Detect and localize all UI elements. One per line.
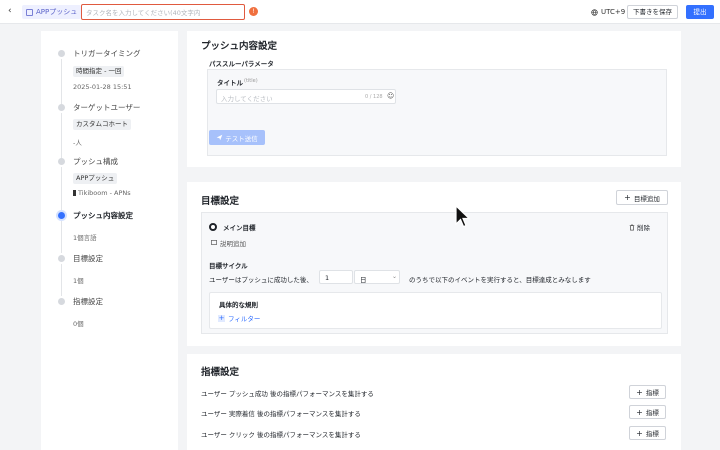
- steps-sidebar: トリガータイミング 時間指定 - 一回 2025-01-28 15:51 ターゲ…: [41, 31, 178, 450]
- goal-cycle-suffix: のうちで以下のイベントを実行すると、目標達成とみなします: [409, 276, 591, 284]
- push-content-card: プッシュ内容設定 パススルーパラメータ タイトル (title) 入力してくださ…: [187, 31, 681, 167]
- plus-icon: +: [636, 428, 643, 438]
- step-title: ターゲットユーザー: [73, 103, 141, 112]
- add-metric-label: 指標: [645, 409, 659, 417]
- metrics-card: 指標設定 ユーザー プッシュ成功 後の指標パフォーマンスを集計する + 指標 ユ…: [187, 354, 681, 450]
- step-dot-active: [58, 212, 65, 219]
- push-content-title: プッシュ内容設定: [201, 41, 278, 52]
- step-dot: [58, 255, 65, 262]
- main-goal-radio[interactable]: [209, 223, 217, 231]
- submit-button[interactable]: 提出: [686, 5, 714, 19]
- step-sub: 1個: [73, 277, 84, 285]
- plus-icon: +: [636, 387, 643, 397]
- goal-cycle-value: 1: [325, 274, 330, 282]
- step-sub: 0個: [73, 320, 84, 328]
- step-chip: APPプッシュ: [73, 173, 118, 184]
- step-chip: カスタムコホート: [73, 119, 131, 130]
- title-input[interactable]: 入力してください 0 / 128 ☺: [216, 89, 396, 104]
- title-field-label: タイトル: [217, 79, 243, 87]
- title-placeholder: 入力してください: [221, 95, 273, 103]
- metric-row-text: ユーザー 実際着信 後の指標パフォーマンスを集計する: [201, 410, 361, 418]
- add-description-link[interactable]: 説明追加: [211, 238, 246, 248]
- app-push-tag: APPプッシュ: [22, 5, 82, 19]
- chevron-left-icon[interactable]: ‹: [8, 6, 12, 16]
- goal-title: 目標設定: [201, 196, 240, 207]
- add-metric-label: 指標: [645, 430, 659, 438]
- step-sub: Tikiboom - APNs: [73, 189, 131, 197]
- metric-row-text: ユーザー プッシュ成功 後の指標パフォーマンスを集計する: [201, 390, 374, 398]
- save-draft-button[interactable]: 下書きを保存: [627, 5, 678, 19]
- title-field-panel: タイトル (title) 入力してください 0 / 128 ☺: [207, 69, 667, 156]
- rules-box: 具体的な規則 + フィルター: [209, 292, 662, 329]
- step-sub-text: Tikiboom - APNs: [78, 189, 131, 197]
- title-field-hint: (title): [244, 78, 258, 84]
- mouse-cursor-icon: [455, 205, 471, 228]
- top-bar: ‹ APPプッシュ タスク名を入力してください(40文字内 ! UTC+9 下書…: [0, 0, 720, 24]
- main-goal-label: メイン目標: [223, 224, 256, 232]
- app-push-tag-label: APPプッシュ: [36, 8, 78, 16]
- add-metric-label: 指標: [645, 389, 659, 397]
- emoji-icon[interactable]: ☺: [387, 92, 394, 100]
- step-dot: [58, 298, 65, 305]
- goal-cycle-unit-select[interactable]: 日 ⌄: [354, 270, 400, 284]
- goal-cycle-unit: 日: [360, 276, 367, 284]
- send-icon: [216, 134, 223, 141]
- globe-icon: [591, 8, 598, 16]
- step-sub: 1個言語: [73, 234, 97, 242]
- step-title: 指標設定: [73, 297, 103, 306]
- goal-card: 目標設定 + 目標追加 メイン目標 削除 説明追加 目標サイクル ユーザーはプッ…: [187, 182, 681, 346]
- step-dot: [58, 104, 65, 111]
- step-title: プッシュ内容設定: [73, 211, 133, 220]
- task-name-placeholder: タスク名を入力してください(40文字内: [86, 9, 201, 17]
- step-chip: 時間指定 - 一回: [73, 66, 125, 77]
- test-send-button[interactable]: テスト送信: [209, 130, 265, 145]
- test-send-label: テスト送信: [225, 134, 258, 143]
- step-dot: [58, 158, 65, 165]
- plus-square-icon: +: [218, 313, 225, 322]
- timezone-label: UTC+9: [601, 8, 626, 16]
- add-description-label: 説明追加: [220, 240, 246, 248]
- delete-goal-button[interactable]: 削除: [629, 222, 650, 232]
- plus-icon: +: [636, 407, 643, 417]
- title-counter: 0 / 128: [365, 94, 383, 100]
- goal-cycle-label: 目標サイクル: [209, 262, 248, 270]
- step-title: トリガータイミング: [73, 49, 141, 58]
- plus-icon: +: [624, 193, 631, 202]
- add-goal-button[interactable]: + 目標追加: [616, 190, 668, 205]
- comment-icon: [211, 240, 217, 245]
- metric-row-text: ユーザー クリック 後の指標パフォーマンスを集計する: [201, 431, 361, 439]
- chevron-down-icon: ⌄: [392, 273, 398, 280]
- phone-icon: [26, 8, 33, 16]
- trash-icon: [629, 224, 635, 230]
- add-filter-label: フィルター: [228, 315, 261, 323]
- goal-cycle-prefix: ユーザーはプッシュに成功した後、: [209, 276, 313, 284]
- passthrough-label: パススルーパラメータ: [209, 60, 274, 68]
- step-sub: 2025-01-28 15:51: [73, 83, 132, 91]
- add-metric-button[interactable]: + 指標: [629, 405, 666, 419]
- task-name-input[interactable]: タスク名を入力してください(40文字内: [81, 4, 245, 20]
- device-icon: [73, 190, 76, 196]
- add-goal-label: 目標追加: [633, 194, 660, 203]
- add-metric-button[interactable]: + 指標: [629, 385, 666, 399]
- metrics-title: 指標設定: [201, 367, 240, 378]
- add-filter-button[interactable]: + フィルター: [218, 313, 260, 323]
- goal-cycle-value-input[interactable]: 1: [319, 270, 353, 284]
- step-dot: [58, 50, 65, 57]
- delete-label: 削除: [637, 224, 650, 232]
- add-metric-button[interactable]: + 指標: [629, 426, 666, 440]
- step-title: プッシュ構成: [73, 157, 118, 166]
- timezone-selector[interactable]: UTC+9: [591, 8, 625, 16]
- main-goal-panel: メイン目標 削除 説明追加 目標サイクル ユーザーはプッシュに成功した後、 1 …: [201, 212, 668, 334]
- rules-label: 具体的な規則: [219, 301, 258, 309]
- step-title: 目標設定: [73, 254, 103, 263]
- step-sub: -人: [73, 139, 82, 147]
- alert-icon: !: [249, 7, 258, 16]
